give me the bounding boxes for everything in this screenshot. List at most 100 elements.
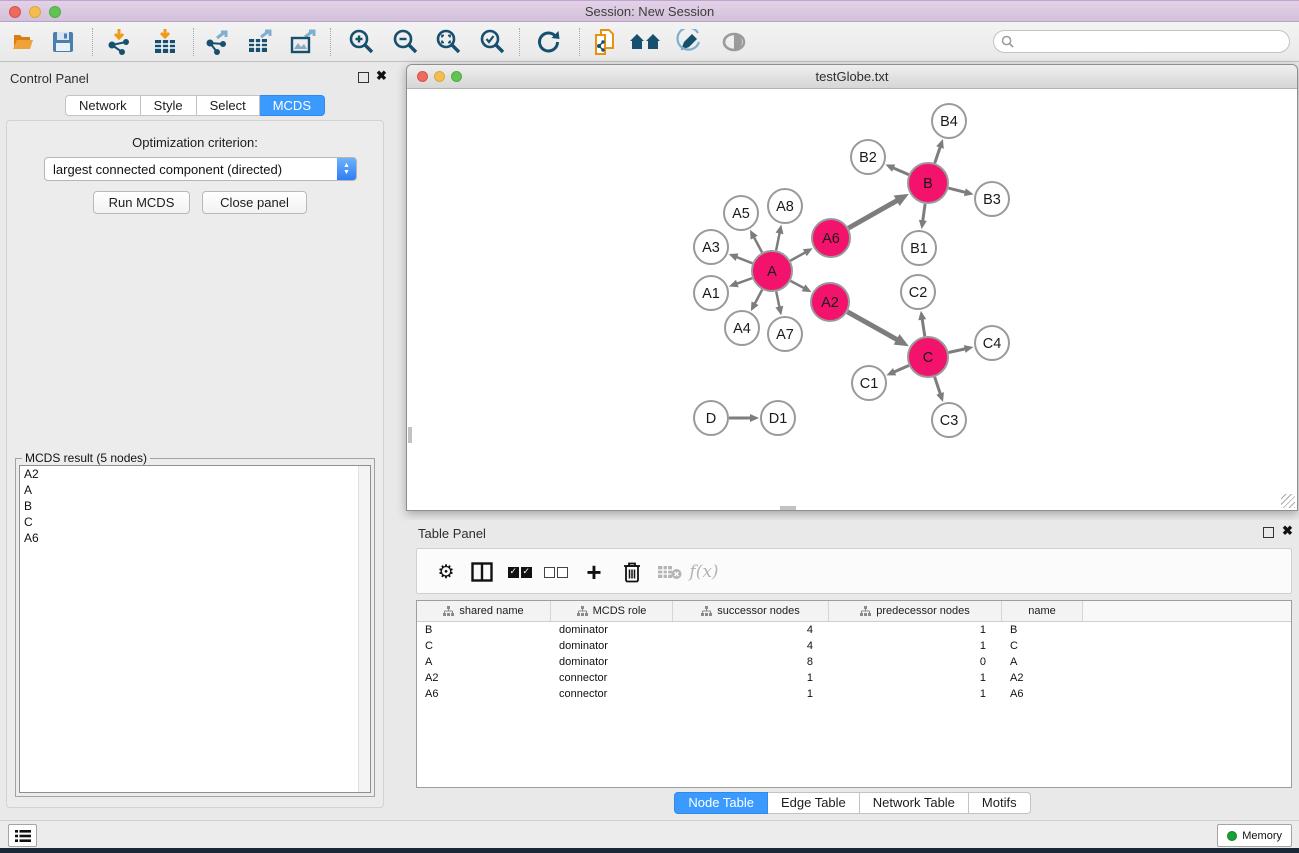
- mcds-result-item[interactable]: A6: [20, 530, 370, 546]
- table-cell[interactable]: dominator: [551, 622, 673, 638]
- edge-A-A6[interactable]: [790, 252, 805, 261]
- search-input[interactable]: [1018, 35, 1289, 49]
- table-cell[interactable]: 1: [829, 670, 1002, 686]
- tab-node-table[interactable]: Node Table: [674, 792, 768, 814]
- save-session-button[interactable]: [46, 27, 80, 57]
- table-cell[interactable]: A: [1002, 654, 1083, 670]
- edge-A-A4[interactable]: [755, 290, 763, 305]
- column-header-successor-nodes[interactable]: successor nodes: [673, 601, 829, 621]
- zoom-selected-button[interactable]: [475, 27, 509, 57]
- tab-edge-table[interactable]: Edge Table: [768, 792, 860, 814]
- select-all-columns-button[interactable]: [505, 558, 535, 586]
- float-panel-icon[interactable]: [358, 72, 369, 83]
- edge-C-C4[interactable]: [949, 349, 966, 353]
- table-cell[interactable]: 0: [829, 654, 1002, 670]
- edge-A2-C[interactable]: [847, 312, 897, 340]
- import-network-button[interactable]: [102, 27, 136, 57]
- zoom-in-button[interactable]: [344, 27, 378, 57]
- table-cell[interactable]: connector: [551, 686, 673, 702]
- export-table-button[interactable]: [243, 27, 277, 57]
- add-column-button[interactable]: +: [579, 558, 609, 586]
- edge-A-A1[interactable]: [736, 278, 752, 284]
- scrollbar-track[interactable]: [358, 466, 370, 792]
- horizontal-scrollbar-stub[interactable]: [780, 506, 796, 510]
- table-row[interactable]: Cdominator41C: [417, 638, 1291, 654]
- tab-style[interactable]: Style: [141, 95, 197, 116]
- table-cell[interactable]: A6: [417, 686, 551, 702]
- column-header-shared-name[interactable]: shared name: [417, 601, 551, 621]
- table-cell[interactable]: dominator: [551, 654, 673, 670]
- table-cell[interactable]: 1: [673, 670, 829, 686]
- float-table-panel-icon[interactable]: [1263, 527, 1274, 538]
- close-view-button[interactable]: [417, 71, 428, 82]
- edge-A-A2[interactable]: [791, 281, 805, 288]
- task-history-button[interactable]: [8, 824, 37, 847]
- edge-A-A8[interactable]: [776, 232, 780, 250]
- edge-C-C3[interactable]: [935, 377, 941, 394]
- network-canvas[interactable]: ABCA6A2A1A3A4A5A7A8B1B2B3B4C1C2C3C4DD1: [408, 89, 1297, 510]
- table-cell[interactable]: 8: [673, 654, 829, 670]
- table-cell[interactable]: dominator: [551, 638, 673, 654]
- export-image-button[interactable]: [286, 27, 320, 57]
- column-header-MCDS-role[interactable]: MCDS role: [551, 601, 673, 621]
- zoom-out-button[interactable]: [388, 27, 422, 57]
- annotation-toggle-button[interactable]: [672, 27, 706, 57]
- mcds-result-list[interactable]: A2ABCA6: [19, 465, 371, 793]
- minimize-window-button[interactable]: [29, 6, 41, 18]
- mcds-result-item[interactable]: A: [20, 482, 370, 498]
- network-overview-button[interactable]: [628, 27, 662, 57]
- table-cell[interactable]: C: [417, 638, 551, 654]
- search-box[interactable]: [993, 30, 1290, 53]
- table-settings-button[interactable]: ⚙: [431, 558, 461, 586]
- table-cell[interactable]: A2: [1002, 670, 1083, 686]
- table-cell[interactable]: 1: [829, 686, 1002, 702]
- refresh-layout-button[interactable]: [531, 27, 565, 57]
- export-network-button[interactable]: [200, 27, 234, 57]
- mcds-result-item[interactable]: B: [20, 498, 370, 514]
- edge-A-A7[interactable]: [776, 292, 779, 308]
- visibility-toggle-button[interactable]: [717, 27, 751, 57]
- tab-select[interactable]: Select: [197, 95, 260, 116]
- delete-table-button[interactable]: [654, 558, 684, 586]
- vertical-scrollbar-stub[interactable]: [408, 427, 412, 443]
- run-mcds-button[interactable]: Run MCDS: [93, 191, 190, 214]
- edge-A6-B[interactable]: [848, 200, 897, 228]
- edge-A-A5[interactable]: [754, 237, 762, 253]
- table-row[interactable]: Adominator80A: [417, 654, 1291, 670]
- table-cell[interactable]: 4: [673, 622, 829, 638]
- mcds-result-item[interactable]: A2: [20, 466, 370, 482]
- table-cell[interactable]: connector: [551, 670, 673, 686]
- close-panel-button[interactable]: Close panel: [202, 191, 307, 214]
- table-cell[interactable]: 4: [673, 638, 829, 654]
- deselect-all-columns-button[interactable]: [541, 558, 571, 586]
- resize-grip[interactable]: [1281, 494, 1295, 508]
- table-cell[interactable]: 1: [829, 638, 1002, 654]
- memory-button[interactable]: Memory: [1217, 824, 1292, 847]
- tab-motifs[interactable]: Motifs: [969, 792, 1031, 814]
- table-row[interactable]: A6connector11A6: [417, 686, 1291, 702]
- table-cell[interactable]: 1: [829, 622, 1002, 638]
- function-builder-button[interactable]: f(x): [689, 558, 719, 586]
- table-cell[interactable]: B: [417, 622, 551, 638]
- mcds-result-item[interactable]: C: [20, 514, 370, 530]
- close-window-button[interactable]: [9, 6, 21, 18]
- edge-A-A3[interactable]: [736, 257, 752, 263]
- tab-network[interactable]: Network: [65, 95, 141, 116]
- close-table-panel-icon[interactable]: ✖: [1282, 524, 1293, 538]
- tab-mcds[interactable]: MCDS: [260, 95, 325, 116]
- maximize-window-button[interactable]: [49, 6, 61, 18]
- table-cell[interactable]: B: [1002, 622, 1083, 638]
- clone-network-button[interactable]: [588, 27, 622, 57]
- edge-B-B2[interactable]: [893, 168, 909, 175]
- table-cell[interactable]: A2: [417, 670, 551, 686]
- table-row[interactable]: Bdominator41B: [417, 622, 1291, 638]
- close-panel-icon[interactable]: ✖: [376, 69, 387, 83]
- table-cell[interactable]: C: [1002, 638, 1083, 654]
- table-cell[interactable]: A6: [1002, 686, 1083, 702]
- criterion-select[interactable]: largest connected component (directed) ▲…: [44, 157, 357, 181]
- table-row[interactable]: A2connector11A2: [417, 670, 1291, 686]
- maximize-view-button[interactable]: [451, 71, 462, 82]
- table-cell[interactable]: A: [417, 654, 551, 670]
- minimize-view-button[interactable]: [434, 71, 445, 82]
- edge-C-C2[interactable]: [922, 319, 925, 337]
